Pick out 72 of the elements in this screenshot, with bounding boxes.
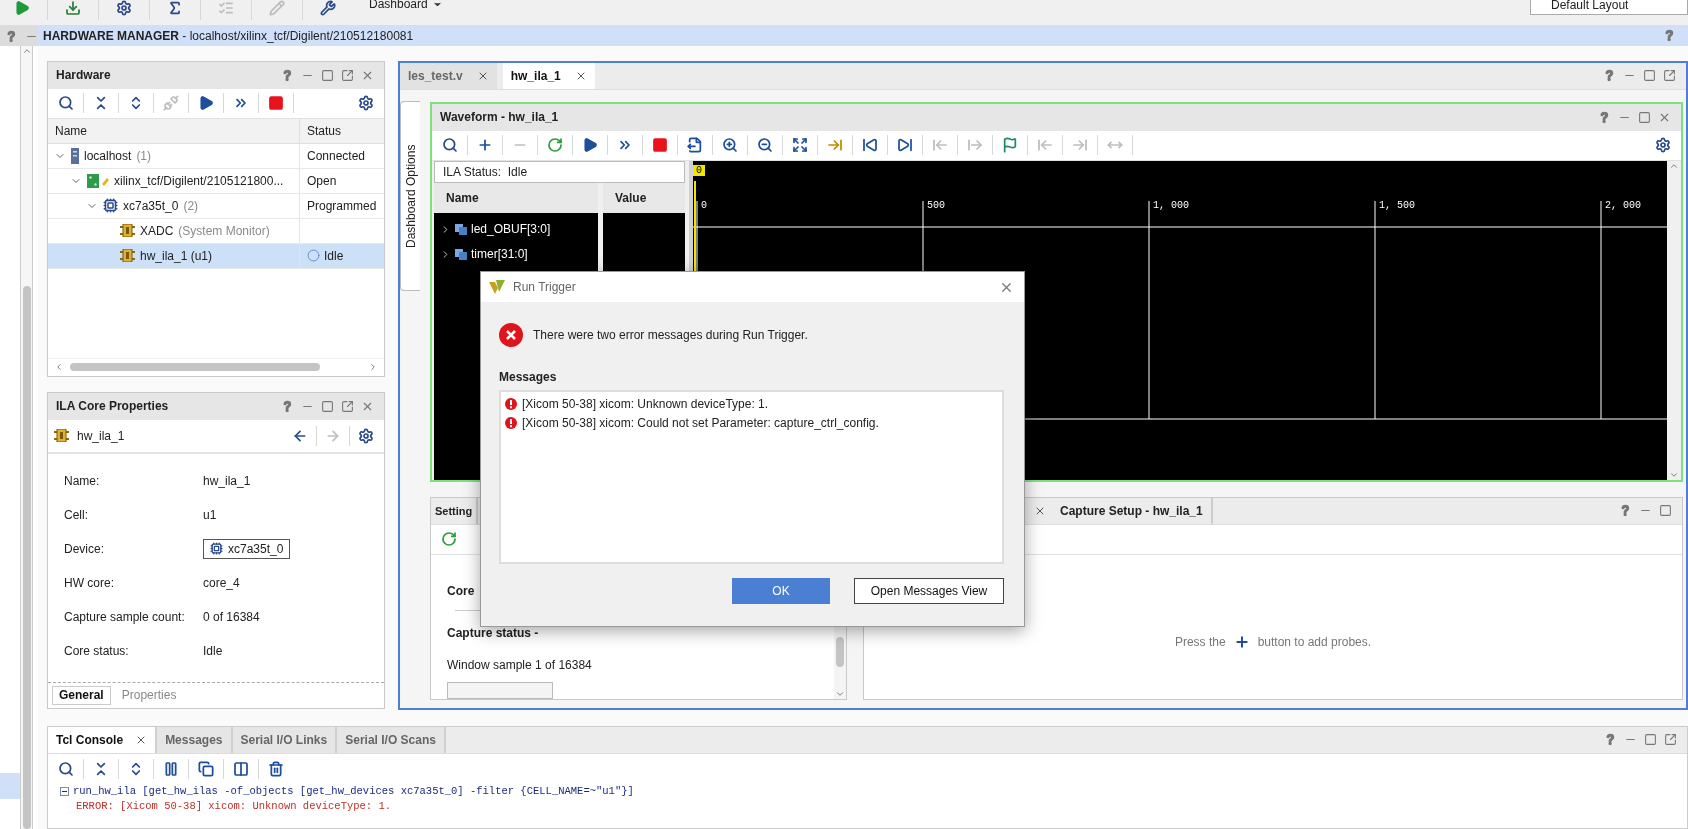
property-value: core_4 [203,575,240,590]
console-tab[interactable]: Serial I/O Scans [337,726,446,753]
time-tick-label: 1, 500 [1379,199,1415,211]
time-tick-label: 500 [927,199,945,211]
column-header[interactable]: Name [434,182,598,213]
property-value: 0 of 16384 [203,609,260,624]
tree-count: (System Monitor) [178,223,270,238]
property-value: hw_ila_1 [203,473,251,488]
tree-row[interactable]: hw_ila_1 (u1) Idle [48,243,384,269]
tab[interactable]: Properties [114,685,184,705]
property-label: Cell: [64,507,89,522]
tree-label: hw_ila_1 (u1) [140,248,213,263]
dashboard-menu[interactable]: Dashboard [369,0,443,11]
hint-text: button to add probes. [1257,634,1372,649]
property-label: Name: [64,473,101,488]
section-title: Core [447,583,475,598]
hint-text: Press the [1174,634,1226,649]
status-text: Idle [324,248,344,263]
side-tab[interactable]: Dashboard Options [400,100,420,291]
signal-name[interactable]: timer[31:0] [471,247,528,262]
column-header[interactable]: Status [299,118,384,143]
editor-tab[interactable]: les_test.v [400,62,497,89]
tree-row[interactable]: XADC (System Monitor) [48,218,384,244]
tab[interactable]: General [52,685,111,705]
property-label: Device: [64,541,105,556]
console-tab[interactable]: Tcl Console [48,726,158,753]
tree-label: XADC [140,223,174,238]
console-tab[interactable]: Serial I/O Links [232,726,338,753]
console-line: ERROR: [Xicom 50-38] xicom: Unknown deviceType: 1. [76,800,392,813]
ok-button[interactable]: OK [732,578,830,604]
property-label: Core status: [64,643,130,658]
tree-count: (2) [183,198,199,213]
dialog-message: There were two error messages during Run Trigger. [533,328,808,342]
dialog-button[interactable]: Open Messages View [854,578,1004,604]
device-link[interactable]: xc7a35t_0 [203,538,291,559]
section-title: Messages [499,370,557,384]
message-text[interactable]: [Xicom 50-38] xicom: Could not set Parameter: capture_ctrl_config. [522,415,879,430]
property-value: Idle [203,643,223,658]
status-text: Open [307,173,337,188]
dialog-title: Run Trigger [513,280,576,294]
time-tick-label: 2, 000 [1605,199,1641,211]
tree-label: xilinx_tcf/Digilent/2105121800... [114,173,284,188]
tree-label: localhost [84,148,132,163]
status-field: ILA Status: Idle [434,160,685,183]
tree-row[interactable]: xilinx_tcf/Digilent/2105121800... Open [48,168,384,194]
tree-label: xc7a35t_0 [123,198,179,213]
layout-select[interactable]: Default Layout [1530,0,1688,15]
section-title: Capture status - [447,625,539,640]
panel-title: Hardware [56,68,111,83]
time-tick-label: 0 [701,199,707,211]
window-sample-text: Window sample 1 of 16384 [447,657,592,672]
editor-tab[interactable]: hw_ila_1 [502,62,595,89]
property-label: Capture sample count: [64,609,186,624]
header-title: HARDWARE MANAGER - localhost/xilinx_tcf/Digilent/210512180081 [43,28,414,43]
console-tab[interactable]: Messages [157,726,233,753]
property-label: HW core: [64,575,115,590]
console-line: run_hw_ila [get_hw_ilas -of_objects [get_hw_devices xc7a35t_0] -filter {CELL_NAME=~"u1"}] [73,785,634,798]
object-name: hw_ila_1 [77,428,125,443]
status-text: Connected [307,148,366,163]
message-text[interactable]: [Xicom 50-38] xicom: Unknown deviceType: 1. [522,396,769,411]
status-text: Programmed [307,198,377,213]
property-value: u1 [203,507,217,522]
tree-row[interactable]: xc7a35t_0 (2) Programmed [48,193,384,219]
column-header[interactable]: Name [48,118,299,143]
signal-name[interactable]: led_OBUF[3:0] [471,222,551,237]
tree-count: (1) [136,148,152,163]
panel-title: ILA Core Properties [56,399,169,414]
tree-row[interactable]: localhost (1) Connected [48,143,384,169]
time-tick-label: 1, 000 [1153,199,1189,211]
cursor-label[interactable]: 0 [693,164,705,176]
column-header[interactable]: Value [603,182,685,213]
panel-title: Waveform - hw_ila_1 [440,110,559,125]
